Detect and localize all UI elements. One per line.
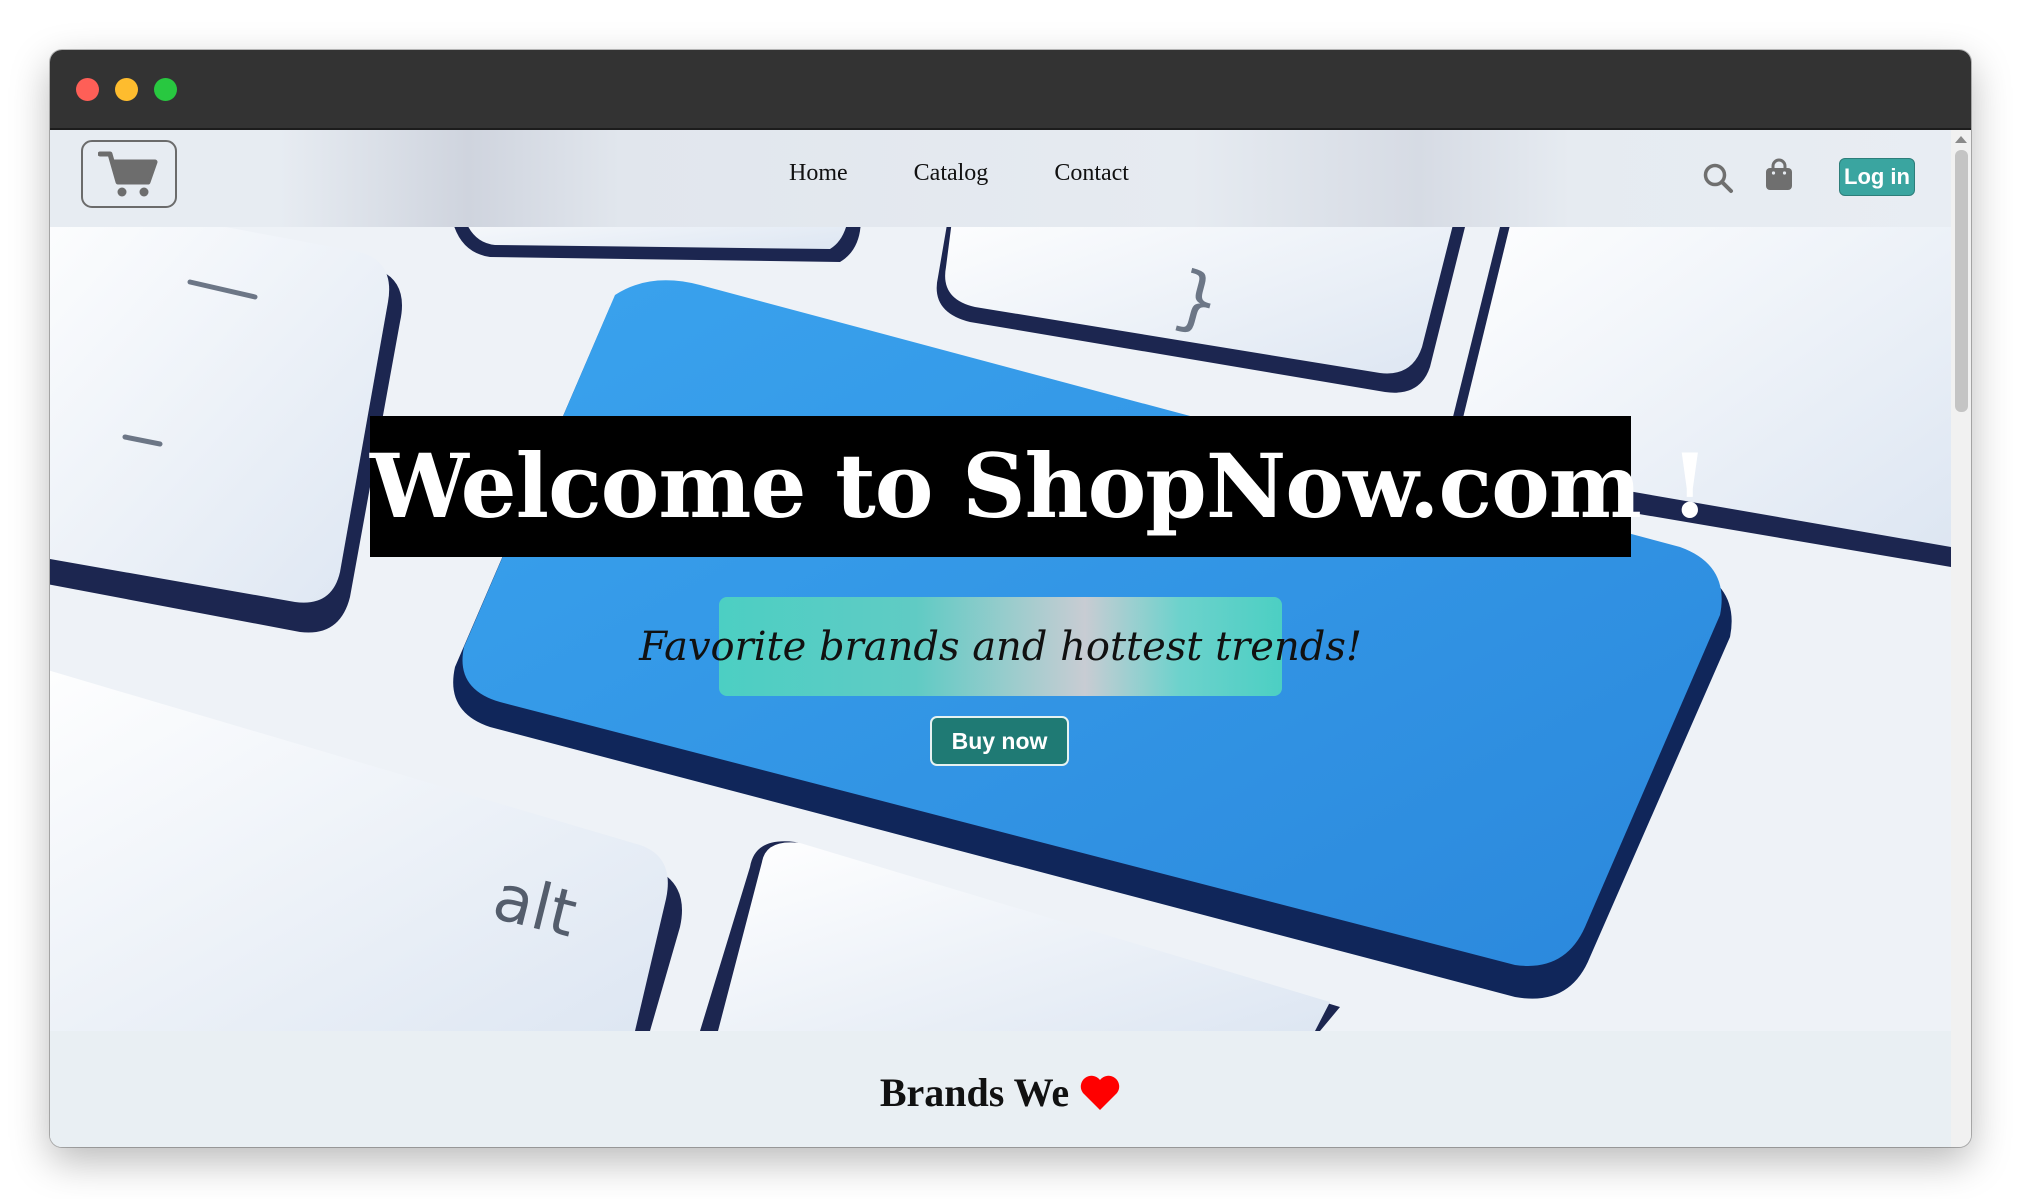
- nav-links: Home Catalog Contact: [789, 160, 1129, 187]
- title-bar: [50, 50, 1971, 130]
- zoom-window-button[interactable]: [154, 78, 177, 101]
- brands-heading-text: Brands We: [879, 1070, 1070, 1115]
- hero-title: Welcome to ShopNow.com !: [370, 416, 1709, 557]
- browser-window: Home Catalog Contact Log in} alt Welcom…: [50, 50, 1971, 1147]
- shopping-cart-icon: [98, 151, 158, 197]
- scrollbar-thumb[interactable]: [1955, 150, 1968, 412]
- page-scrollbar[interactable]: [1951, 130, 1971, 1147]
- brands-heading: Brands We: [50, 1069, 1951, 1116]
- hero-subtitle: Favorite brands and hottest trends!: [639, 597, 1362, 696]
- navbar: Home Catalog Contact Log in: [50, 130, 1951, 227]
- shopping-bag-icon[interactable]: [1765, 158, 1793, 192]
- brands-section: Brands We: [50, 1031, 1951, 1147]
- logo-button[interactable]: [81, 140, 177, 208]
- scroll-up-arrow-icon[interactable]: [1955, 136, 1967, 143]
- page-viewport: Home Catalog Contact Log in} alt Welcom…: [50, 130, 1951, 1147]
- hero-banner: } alt Welcome to ShopNow.com ! Favorite …: [50, 227, 1951, 1031]
- heart-icon: [1080, 1075, 1120, 1110]
- close-window-button[interactable]: [76, 78, 99, 101]
- minimize-window-button[interactable]: [115, 78, 138, 101]
- login-button[interactable]: Log in: [1839, 158, 1915, 196]
- buy-now-button[interactable]: Buy now: [930, 716, 1069, 766]
- search-icon[interactable]: [1702, 162, 1734, 194]
- nav-link-contact[interactable]: Contact: [1054, 160, 1129, 187]
- nav-link-home[interactable]: Home: [789, 160, 848, 187]
- nav-link-catalog[interactable]: Catalog: [914, 160, 989, 187]
